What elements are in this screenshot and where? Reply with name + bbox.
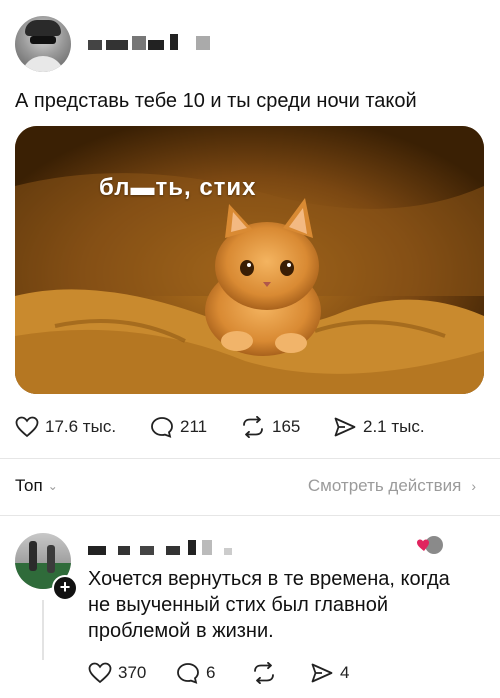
- repost-button[interactable]: 165: [240, 412, 300, 442]
- comment-like-button[interactable]: 370: [88, 660, 146, 686]
- avatar-figure: [47, 545, 55, 573]
- chevron-right-icon: ›: [471, 478, 476, 494]
- comment-count: 211: [180, 417, 208, 436]
- share-icon: [334, 417, 356, 437]
- avatar-hair: [25, 20, 61, 36]
- comment-repost-button[interactable]: [251, 660, 283, 686]
- chevron-down-icon: ⌄: [47, 479, 58, 493]
- comment-like-count: 370: [118, 663, 147, 682]
- commenter-name-censored[interactable]: [88, 540, 238, 556]
- comment-share-button[interactable]: 4: [310, 660, 349, 686]
- comment-share-count: 4: [340, 663, 350, 682]
- comment-line: проблемой в жизни.: [88, 620, 274, 642]
- comment-button[interactable]: 211: [150, 412, 207, 442]
- thread-line: [42, 600, 44, 660]
- comment-line: Хочется вернуться в те времена, когда: [88, 568, 450, 590]
- avatar-sunglasses: [30, 36, 56, 44]
- share-count: 2.1 тыс.: [363, 417, 425, 436]
- heart-icon: [88, 662, 112, 684]
- avatar-figure: [29, 541, 37, 571]
- follow-plus-icon[interactable]: +: [52, 575, 78, 601]
- comment-actions: 370 6 4: [88, 660, 388, 686]
- comment-line: не выученный стих был главной: [88, 594, 389, 616]
- heart-icon: [15, 416, 39, 438]
- share-button[interactable]: 2.1 тыс.: [333, 412, 425, 442]
- divider: [0, 458, 500, 459]
- post-actions: 17.6 тыс. 211 165 2.1 тыс.: [15, 412, 485, 442]
- comment-reply-button[interactable]: 6: [176, 660, 215, 686]
- view-activity-link[interactable]: Смотреть действия ›: [308, 476, 476, 496]
- share-icon: [311, 663, 333, 683]
- view-activity-label: Смотреть действия: [307, 476, 462, 495]
- author-avatar[interactable]: [15, 16, 71, 72]
- kitten-in-bed-photo: [15, 126, 484, 394]
- post-text: А представь тебе 10 и ты среди ночи тако…: [15, 90, 417, 112]
- post-image[interactable]: бл▬ть, стих: [15, 126, 484, 394]
- comment-text: Хочется вернуться в те времена, когда не…: [88, 566, 488, 644]
- sort-dropdown[interactable]: Топ ⌄: [15, 476, 58, 496]
- avatar-shirt: [21, 56, 65, 72]
- comment-reply-count: 6: [206, 663, 216, 682]
- repost-icon: [254, 662, 274, 684]
- author-liked-badge: [416, 534, 444, 556]
- like-count: 17.6 тыс.: [45, 417, 117, 436]
- repost-count: 165: [272, 417, 301, 436]
- author-name-censored[interactable]: [88, 34, 218, 52]
- divider: [0, 515, 500, 516]
- like-button[interactable]: 17.6 тыс.: [15, 412, 116, 442]
- comment-icon: [177, 663, 199, 684]
- repost-icon: [243, 416, 263, 438]
- sort-label: Топ: [15, 476, 43, 495]
- meme-caption: бл▬ть, стих: [99, 174, 257, 201]
- comment-icon: [151, 417, 173, 438]
